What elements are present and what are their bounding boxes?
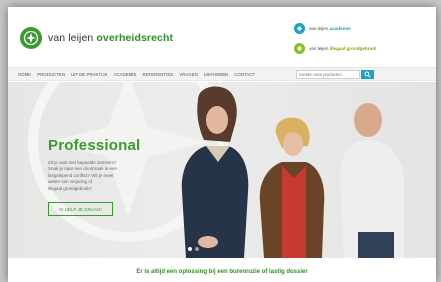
link-illegaal-label: van leijen illegaal grondgebruik bbox=[309, 45, 377, 51]
main-navigation-bar: HOME PRODUCTEN UIT DE PRAKTIJK ACADEMIE … bbox=[8, 67, 436, 81]
academy-icon bbox=[294, 22, 305, 34]
person-right bbox=[340, 103, 404, 258]
site-logo[interactable]: van leijen overheidsrecht bbox=[20, 27, 173, 49]
search-icon bbox=[364, 71, 371, 78]
search-button[interactable] bbox=[361, 70, 374, 79]
nav-item-vragen[interactable]: VRAGEN bbox=[179, 72, 198, 77]
person-left bbox=[181, 86, 249, 258]
slider-dot-active[interactable] bbox=[188, 247, 192, 251]
hero-title: Professional bbox=[48, 137, 141, 154]
slider-dot[interactable] bbox=[195, 247, 199, 251]
nav-item-liefhebbn[interactable]: LIEFHEBBN bbox=[204, 72, 228, 77]
link-illegaal-grondgebruik[interactable]: van leijen illegaal grondgebruik bbox=[294, 42, 376, 54]
nav-item-producten[interactable]: PRODUCTEN bbox=[37, 72, 65, 77]
nav-item-academie[interactable]: ACADEMIE bbox=[114, 72, 137, 77]
main-menu: HOME PRODUCTEN UIT DE PRAKTIJK ACADEMIE … bbox=[18, 72, 261, 77]
nav-item-uit-de-praktijk[interactable]: UIT DE PRAKTIJK bbox=[71, 72, 108, 77]
browser-page: van leijen overheidsrecht van leijen aca… bbox=[8, 7, 436, 282]
nav-item-home[interactable]: HOME bbox=[18, 72, 31, 77]
hero-text-line: illegaal grondgebruik? bbox=[48, 185, 93, 191]
link-academie-label: van leijen academie bbox=[309, 25, 351, 31]
logo-text-light: van leijen bbox=[48, 32, 97, 44]
search-input[interactable] bbox=[296, 70, 360, 79]
slider-dots bbox=[188, 247, 202, 251]
person-middle bbox=[259, 117, 325, 258]
link-academie[interactable]: van leijen academie bbox=[294, 22, 376, 34]
hero-banner: Professional Zit je vast met bepaalde do… bbox=[8, 82, 436, 258]
sister-site-links: van leijen academie van leijen illegaal … bbox=[294, 22, 376, 62]
site-header: van leijen overheidsrecht van leijen aca… bbox=[8, 7, 436, 67]
nav-item-contact[interactable]: CONTACT bbox=[234, 72, 255, 77]
logo-text-strong: overheidsrecht bbox=[96, 32, 174, 44]
tagline-heading: Er is altijd een oplossing bij een buren… bbox=[136, 269, 308, 275]
help-button[interactable]: IK HELP JE GRAAG! bbox=[48, 202, 113, 216]
hero-photo-three-people bbox=[181, 86, 404, 258]
logo-wordmark: van leijen overheidsrecht bbox=[48, 32, 173, 44]
hero-description: Zit je vast met bepaalde dossiers? Snak … bbox=[48, 160, 148, 192]
nav-item-referenties[interactable]: REFERENTIES bbox=[142, 72, 173, 77]
brand-logo-icon bbox=[20, 27, 42, 49]
land-use-icon bbox=[294, 42, 305, 54]
